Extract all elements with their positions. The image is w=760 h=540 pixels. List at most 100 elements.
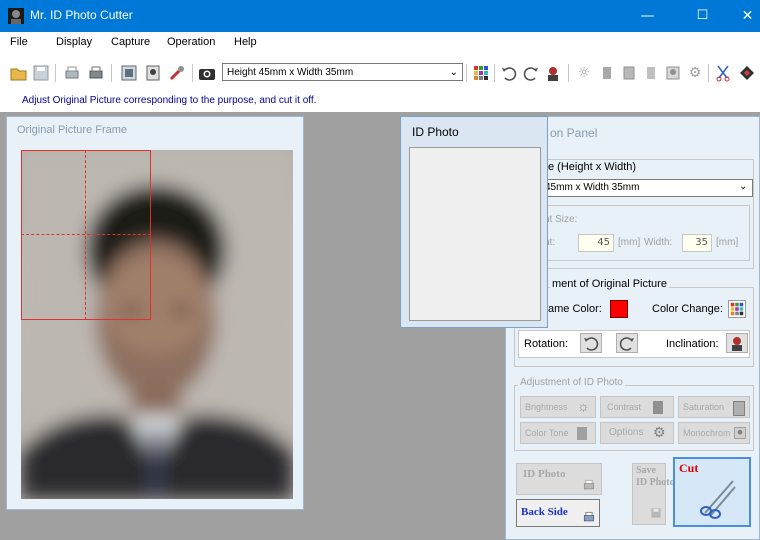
print-id-photo-button[interactable]: ID Photo [516,463,602,495]
printer-icon [583,511,595,522]
inclination-label: Inclination: [666,338,719,350]
inclination-icon[interactable] [544,64,562,82]
portrait-icon[interactable] [144,64,162,82]
adjust-original-title: ment of Original Picture [550,278,669,290]
maximize-button[interactable]: ☐ [680,0,725,32]
crop-guide-horizontal [21,234,151,235]
gear-icon[interactable]: ⚙ [686,64,704,82]
camera-icon[interactable] [198,64,216,82]
operation-panel-title: on Panel [550,126,598,140]
frame-color-swatch[interactable] [610,300,628,318]
menu-operation[interactable]: Operation [167,36,215,48]
window-title: Mr. ID Photo Cutter [30,8,133,22]
options-label: Options [609,427,644,438]
color-change-label: Color Change: [652,303,723,315]
width-unit: [mm] [716,237,739,248]
book-icon[interactable] [738,64,756,82]
photo-size-value: Height 45mm x Width 35mm [227,67,354,78]
print-icon[interactable] [87,64,105,82]
save-id-photo-label-1: Save [636,465,656,476]
id-photo-window: ID Photo [400,116,548,328]
saturation-label: Saturation [683,402,725,412]
chevron-down-icon: ⌄ [739,181,748,192]
rotation-label: Rotation: [524,338,569,350]
scissors-icon [700,480,736,519]
toolbar-separator [111,64,112,82]
info-bar: Adjust Original Picture corresponding to… [0,92,760,113]
close-button[interactable]: ✕ [725,0,760,32]
save-id-photo-label-2: ID Photo [636,477,675,488]
contrast-icon[interactable] [598,64,616,82]
color-tone-icon[interactable] [642,64,660,82]
color-grid-icon[interactable] [472,64,490,82]
height-field[interactable]: 45 [578,234,614,252]
toolbar-separator [494,64,495,82]
color-tone-icon [577,427,587,440]
saturation-button[interactable]: Saturation [678,396,750,418]
brightness-icon[interactable]: ☼ [575,64,593,82]
original-frame-title: Original Picture Frame [17,124,128,136]
cut-button[interactable]: Cut [673,457,751,527]
toolbar-separator [568,64,569,82]
width-field[interactable]: 35 [682,234,712,252]
picture-icon[interactable] [120,64,138,82]
brightness-button[interactable]: Brightness ☼ [520,396,596,418]
open-folder-icon[interactable] [10,64,28,82]
monochrome-button[interactable]: Monochrom [678,422,750,444]
id-photo-preview [409,147,541,321]
contrast-label: Contrast [607,402,642,412]
cut-label: Cut [679,461,699,475]
saturation-icon[interactable] [620,64,638,82]
crop-frame[interactable] [21,150,151,320]
brightness-label: Brightness [525,402,568,412]
disk-icon [651,508,661,518]
contrast-icon [653,401,663,414]
minimize-button[interactable]: — [625,0,670,32]
print-id-photo-label: ID Photo [523,468,566,480]
photo-size-select[interactable]: Height 45mm x Width 35mm ⌄ [222,63,463,81]
size-label: e (Height x Width) [548,161,637,173]
print-preview-icon[interactable] [63,64,81,82]
rotate-right-icon[interactable] [522,64,540,82]
menu-bar: File Display Capture Operation Help [0,32,760,54]
rotate-right-icon [619,337,634,351]
rotate-left-button[interactable] [580,333,602,353]
save-icon[interactable] [32,64,50,82]
color-change-icon[interactable] [728,300,746,318]
contrast-button[interactable]: Contrast [600,396,674,418]
color-tone-label: Color Tone [525,428,569,438]
inclination-button[interactable] [726,333,748,353]
size-select-value: 45mm x Width 35mm [545,182,640,193]
height-unit: [mm] [618,237,641,248]
crop-guide-vertical [85,150,86,320]
rotate-right-button[interactable] [616,333,638,353]
back-side-button[interactable]: Back Side [516,499,600,527]
saturation-icon [733,401,745,416]
adjust-id-title: Adjustment of ID Photo [518,377,625,388]
menu-file[interactable]: File [10,36,28,48]
scissors-icon[interactable] [714,64,732,82]
title-bar: Mr. ID Photo Cutter — ☐ ✕ [0,0,760,32]
toolbar-separator [466,64,467,82]
info-text: Adjust Original Picture corresponding to… [22,95,317,106]
inclination-icon [732,337,742,351]
rotate-left-icon [584,337,599,351]
printer-icon [583,479,595,490]
gear-icon: ⚙ [653,424,666,440]
original-picture[interactable] [21,150,293,499]
menu-capture[interactable]: Capture [111,36,150,48]
rotate-left-icon[interactable] [500,64,518,82]
size-select[interactable]: 45mm x Width 35mm ⌄ [520,179,753,197]
monochrome-icon[interactable] [664,64,682,82]
tool-icon[interactable] [168,64,186,82]
options-button[interactable]: Options ⚙ [600,422,674,444]
color-tone-button[interactable]: Color Tone [520,422,596,444]
toolbar-separator [192,64,193,82]
menu-display[interactable]: Display [56,36,92,48]
app-icon [8,8,24,24]
chevron-down-icon: ⌄ [449,67,458,78]
toolbar-separator [55,64,56,82]
width-label: Width: [644,237,673,248]
menu-help[interactable]: Help [234,36,257,48]
monochrome-icon [734,427,746,439]
